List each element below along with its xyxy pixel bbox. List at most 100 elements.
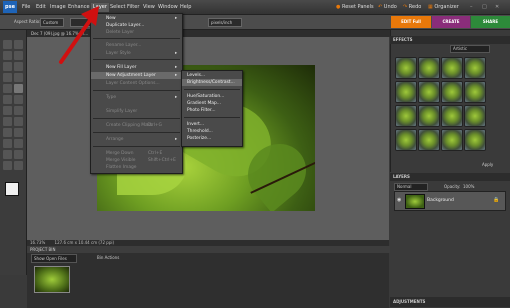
blend-mode-select[interactable]: Normal (394, 183, 428, 191)
sponge-tool-icon[interactable] (14, 161, 23, 170)
submenu-item-gradient-map[interactable]: Gradient Map... (182, 100, 242, 107)
type-tool-icon[interactable] (3, 84, 12, 93)
menu-item-merge-down[interactable]: Merge Down Ctrl+E (91, 150, 182, 157)
create-tab[interactable]: CREATE (432, 16, 470, 28)
organizer-button[interactable]: ▦ Organizer (428, 4, 459, 10)
menu-item-type[interactable]: Type ▸ (91, 94, 182, 101)
effect-thumbnail[interactable] (464, 129, 486, 151)
menu-item-flatten-image[interactable]: Flatten Image (91, 164, 182, 171)
red-eye-tool-icon[interactable] (3, 106, 12, 115)
recompose-tool-icon[interactable] (3, 95, 12, 104)
paint-bucket-tool-icon[interactable] (14, 139, 23, 148)
gradient-tool-icon[interactable] (3, 150, 12, 159)
undo-button[interactable]: ↶ Undo (378, 4, 397, 10)
effect-thumbnail[interactable] (441, 81, 463, 103)
foreground-color-swatch[interactable] (5, 182, 19, 196)
lasso-tool-icon[interactable] (14, 62, 23, 71)
menu-item-label: Create Clipping Mask (106, 123, 153, 128)
brush-tool-icon[interactable] (14, 128, 23, 137)
project-bin-header[interactable]: PROJECT BIN (27, 246, 392, 253)
share-tab[interactable]: SHARE (471, 16, 510, 28)
effects-panel-header[interactable]: EFFECTS (390, 36, 510, 44)
blur-tool-icon[interactable] (3, 161, 12, 170)
submenu-item-levels[interactable]: Levels... (182, 72, 242, 79)
menu-file[interactable]: File (22, 4, 30, 10)
submenu-arrow-icon: ▸ (175, 95, 178, 100)
submenu-item-hue-saturation[interactable]: Hue/Saturation... (182, 93, 242, 100)
hand-tool-icon[interactable] (3, 51, 12, 60)
aspect-ratio-label: Aspect Ratio: (14, 19, 41, 24)
effect-thumbnail[interactable] (441, 129, 463, 151)
menu-view[interactable]: View (143, 4, 155, 10)
menu-edit[interactable]: Edit (36, 4, 46, 10)
bin-actions-tab[interactable]: Bin Actions (97, 254, 137, 261)
menu-help[interactable]: Help (180, 4, 191, 10)
pencil-tool-icon[interactable] (14, 117, 23, 126)
effect-thumbnail[interactable] (441, 57, 463, 79)
visibility-eye-icon[interactable]: ◉ (397, 197, 401, 203)
submenu-item-invert[interactable]: Invert... (182, 121, 242, 128)
submenu-item-brightness-contrast[interactable]: Brightness/Contrast... (182, 79, 242, 86)
menu-item-shortcut: Ctrl+E (148, 151, 163, 156)
redo-button[interactable]: ↷ Redo (403, 4, 421, 10)
effect-thumbnail[interactable] (418, 105, 440, 127)
magic-wand-tool-icon[interactable] (3, 73, 12, 82)
marquee-tool-icon[interactable] (3, 62, 12, 71)
clone-stamp-tool-icon[interactable] (3, 117, 12, 126)
effect-thumbnail[interactable] (395, 57, 417, 79)
bin-show-select[interactable]: Show Open Files (31, 254, 77, 263)
submenu-arrow-icon: ▸ (175, 73, 178, 78)
effect-thumbnail[interactable] (464, 81, 486, 103)
effect-thumbnail[interactable] (395, 81, 417, 103)
healing-brush-tool-icon[interactable] (14, 106, 23, 115)
layer-name[interactable]: Background (427, 198, 454, 203)
apply-effect-button[interactable]: Apply (482, 162, 493, 167)
effect-thumbnail[interactable] (418, 81, 440, 103)
redo-label: Redo (408, 4, 422, 10)
submenu-item-threshold[interactable]: Threshold... (182, 128, 242, 135)
adjustments-panel-header[interactable]: ADJUSTMENTS (390, 297, 510, 307)
cookie-cutter-tool-icon[interactable] (14, 95, 23, 104)
close-icon[interactable]: ✕ (495, 4, 499, 10)
menu-item-arrange[interactable]: Arrange ▸ (91, 136, 182, 143)
reset-panels-button[interactable]: ● Reset Panels (336, 4, 374, 10)
effects-category-select[interactable]: Artistic (450, 45, 490, 53)
minimize-icon[interactable]: – (470, 4, 473, 10)
menu-filter[interactable]: Filter (127, 4, 139, 10)
resolution-unit-select[interactable]: pixels/inch (208, 18, 242, 27)
effect-thumbnail[interactable] (464, 105, 486, 127)
layers-panel-header[interactable]: LAYERS (390, 173, 510, 181)
menu-item-new-adjustment-layer[interactable]: New Adjustment Layer ▸ (91, 72, 182, 79)
opacity-value[interactable]: 100% (463, 184, 474, 189)
effect-thumbnail[interactable] (395, 105, 417, 127)
crop-tool-icon[interactable] (14, 84, 23, 93)
menu-window[interactable]: Window (158, 4, 178, 10)
quick-selection-tool-icon[interactable] (14, 73, 23, 82)
undo-icon: ↶ (378, 4, 383, 10)
maximize-icon[interactable]: □ (482, 4, 487, 10)
menu-item-simplify-layer[interactable]: Simplify Layer (91, 108, 182, 115)
project-bin (27, 246, 389, 308)
zoom-tool-icon[interactable] (14, 40, 23, 49)
eyedropper-tool-icon[interactable] (14, 51, 23, 60)
effect-thumbnail[interactable] (418, 129, 440, 151)
effect-thumbnail[interactable] (395, 129, 417, 151)
menu-separator (184, 117, 240, 118)
layer-row[interactable]: ◉ Background 🔒 (394, 191, 506, 211)
submenu-item-posterize[interactable]: Posterize... (182, 135, 242, 142)
submenu-item-photo-filter[interactable]: Photo Filter... (182, 107, 242, 114)
menu-item-create-clipping-mask[interactable]: Create Clipping Mask Ctrl+G (91, 122, 182, 129)
document-dimensions: 127.6 cm x 10.44 cm (72 ppi) (54, 240, 115, 245)
move-tool-icon[interactable] (3, 40, 12, 49)
effect-thumbnail[interactable] (441, 105, 463, 127)
bin-thumbnail[interactable] (34, 266, 70, 293)
effect-thumbnail[interactable] (418, 57, 440, 79)
menu-item-shortcut: Ctrl+G (147, 123, 162, 128)
smart-brush-tool-icon[interactable] (3, 139, 12, 148)
menu-item-merge-visible[interactable]: Merge Visible Shift+Ctrl+E (91, 157, 182, 164)
menu-item-layer-content-options[interactable]: Layer Content Options... (91, 80, 182, 87)
effect-thumbnail[interactable] (464, 57, 486, 79)
shape-tool-icon[interactable] (14, 150, 23, 159)
eraser-tool-icon[interactable] (3, 128, 12, 137)
edit-full-tab[interactable]: EDIT Full (391, 16, 431, 28)
